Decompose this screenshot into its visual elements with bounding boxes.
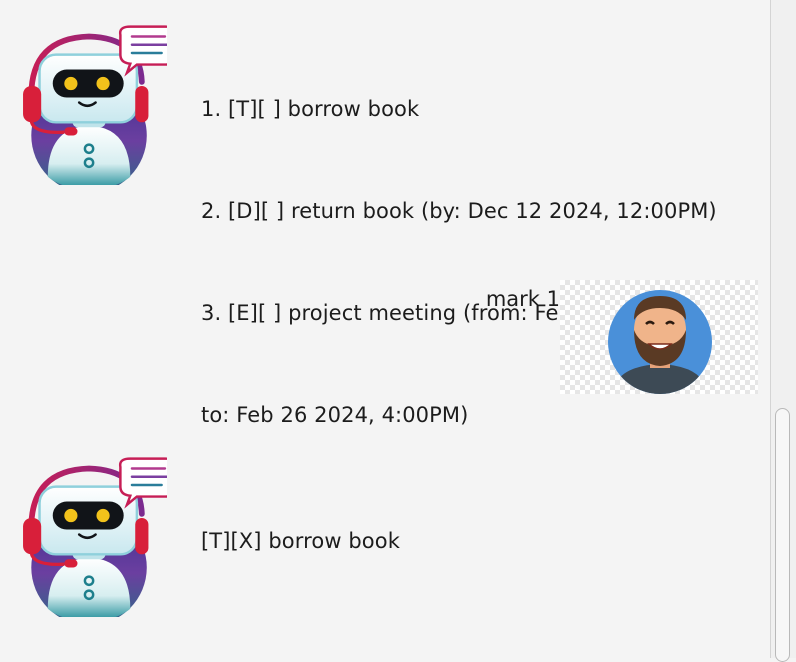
bot-message-line: 1. [T][ ] borrow book xyxy=(201,97,420,121)
chatbot-robot-icon xyxy=(2,20,167,220)
scrollbar-thumb[interactable] xyxy=(775,408,790,662)
bot-message-line: [T][X] borrow book xyxy=(201,529,400,553)
bot-message-2: [T][X] borrow book xyxy=(201,456,761,626)
chatbot-robot-icon xyxy=(2,452,167,652)
bot-message-1: 1. [T][ ] borrow book 2. [D][ ] return b… xyxy=(201,24,761,500)
bot-message-line: 2. [D][ ] return book (by: Dec 12 2024, … xyxy=(201,199,717,223)
chat-scroll-pane[interactable]: 1. [T][ ] borrow book 2. [D][ ] return b… xyxy=(0,0,770,658)
bearded-man-avatar-icon xyxy=(560,280,758,394)
user-message: mark 1 xyxy=(485,287,560,311)
bot-message-line: to: Feb 26 2024, 4:00PM) xyxy=(201,403,469,427)
vertical-scrollbar[interactable] xyxy=(770,0,796,662)
